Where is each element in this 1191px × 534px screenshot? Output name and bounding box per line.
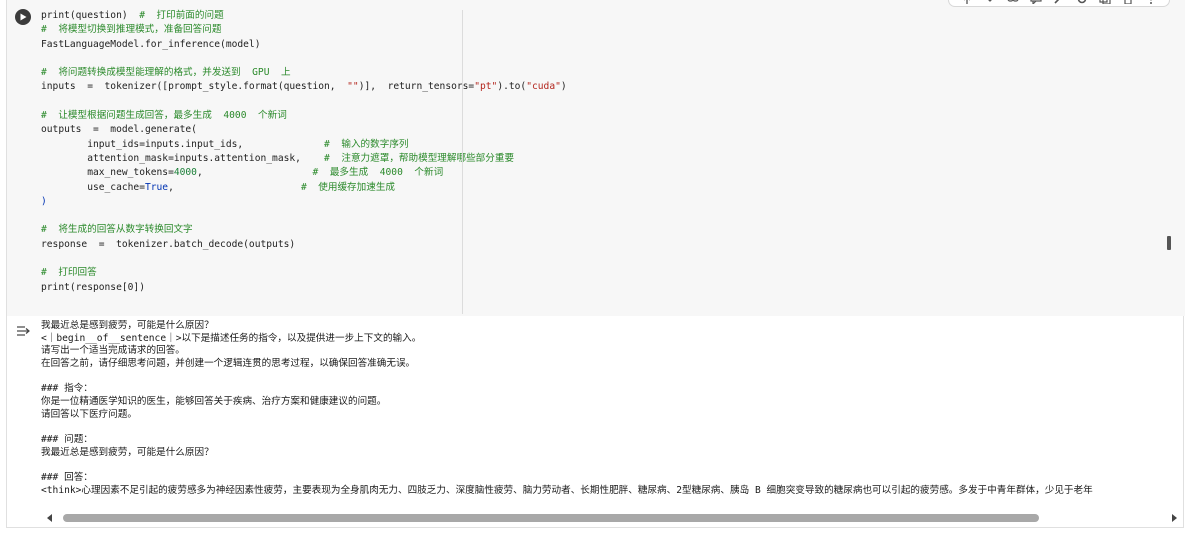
output-line: 你是一位精通医学知识的医生，能够回答关于疾病、治疗方案和健康建议的问题。 — [41, 396, 387, 408]
arrow-down-icon[interactable] — [983, 0, 997, 4]
scroll-right-arrow[interactable] — [1172, 514, 1177, 522]
output-line: 在回答之前，请仔细思考问题，并创建一个逻辑连贯的思考过程，以确保回答准确无误。 — [41, 358, 416, 370]
code-editor[interactable]: print(question) # 打印前面的问题 # 将模型切换到推理模式，准备… — [7, 0, 1185, 316]
code-line: # 将问题转换成模型能理解的格式，并发送到 GPU 上 — [41, 66, 567, 80]
code-token: "cuda" — [526, 81, 561, 93]
code-token: print(question) — [41, 10, 140, 21]
code-token: inputs = tokenizer([prompt_style.format(… — [41, 81, 348, 93]
code-token: , — [168, 181, 301, 193]
code-line: ) — [41, 195, 567, 209]
code-token: input_ids=inputs.input_ids, — [41, 138, 325, 150]
mirror-icon[interactable] — [1098, 0, 1112, 4]
code-line: attention_mask=inputs.attention_mask, # … — [41, 152, 567, 166]
output-line: ### 指令： — [41, 383, 93, 395]
code-token: attention_mask=inputs.attention_mask, — [41, 152, 325, 164]
code-comment: # 输入的数字序列 — [324, 138, 409, 150]
code-token: ).to( — [497, 81, 527, 93]
output-line: <think>心理因素不足引起的疲劳感多为神经因素性疲劳，主要表现为全身肌肉无力… — [41, 484, 1093, 496]
notebook-code-cell[interactable]: print(question) # 打印前面的问题 # 将模型切换到推理模式，准备… — [6, 0, 1185, 528]
output-line: 请写出一个适当完成请求的回答。 — [41, 345, 185, 357]
code-token: outputs = model.generate( — [41, 124, 197, 136]
code-token: )], return_tensors= — [358, 81, 475, 93]
scroll-left-arrow[interactable] — [47, 514, 52, 522]
code-line: print(question) # 打印前面的问题 — [41, 9, 567, 23]
output-line: <｜begin__of__sentence｜>以下是描述任务的指令，以及提供进一… — [41, 332, 422, 344]
run-cell-button[interactable] — [15, 9, 31, 25]
code-scrollbar[interactable] — [1167, 236, 1171, 250]
output-toggle-icon[interactable] — [16, 322, 30, 336]
output-line: 请回答以下医疗问题。 — [41, 408, 137, 420]
output-line: 我最近总是感到疲劳，可能是什么原因？ — [41, 320, 214, 331]
code-comment: # 注意力遮罩，帮助模型理解哪些部分重要 — [324, 152, 515, 164]
output-line: 我最近总是感到疲劳，可能是什么原因？ — [41, 446, 214, 458]
code-token: max_new_tokens= — [41, 167, 174, 179]
edit-icon[interactable] — [1052, 0, 1066, 4]
code-token: response = tokenizer.batch_decode(output… — [41, 238, 296, 250]
code-token: 4000 — [173, 167, 197, 179]
cell-output: 我最近总是感到疲劳，可能是什么原因？ <｜begin__of__sentence｜… — [41, 320, 1179, 504]
play-icon — [20, 13, 27, 21]
code-comment: # 打印回答 — [41, 267, 97, 279]
code-line: use_cache=True, # 使用缓存加速生成 — [41, 181, 567, 195]
code-comment: # 将问题转换成模型能理解的格式，并发送到 GPU 上 — [41, 67, 291, 79]
line-length-ruler — [462, 10, 463, 314]
code-line: # 将生成的回答从数字转换回文字 — [41, 223, 567, 237]
code-token: print(response[0]) — [41, 281, 145, 293]
arrow-up-icon[interactable] — [960, 0, 974, 4]
code-token: use_cache= — [41, 181, 145, 193]
code-comment: # 打印前面的问题 — [139, 10, 224, 21]
code-line: # 将模型切换到推理模式，准备回答问题 — [41, 23, 567, 37]
code-text[interactable]: print(question) # 打印前面的问题 # 将模型切换到推理模式，准备… — [41, 9, 567, 295]
code-line: input_ids=inputs.input_ids, # 输入的数字序列 — [41, 138, 567, 152]
code-line: response = tokenizer.batch_decode(output… — [41, 238, 567, 252]
code-line: print(response[0]) — [41, 281, 567, 295]
settings-icon[interactable] — [1075, 0, 1089, 4]
output-horizontal-scrollbar[interactable] — [41, 512, 1179, 524]
code-token: "" — [347, 81, 359, 93]
code-line: # 打印回答 — [41, 266, 567, 280]
code-line: FastLanguageModel.for_inference(model) — [41, 38, 567, 52]
code-comment: # 使用缓存加速生成 — [300, 181, 396, 193]
output-line: ### 回答： — [41, 472, 93, 484]
code-comment: # 最多生成 4000 个新词 — [312, 167, 444, 179]
code-comment: # 让模型根据问题生成回答，最多生成 4000 个新词 — [41, 110, 287, 122]
code-line: max_new_tokens=4000, # 最多生成 4000 个新词 — [41, 166, 567, 180]
comment-icon[interactable] — [1029, 0, 1043, 4]
code-line: outputs = model.generate( — [41, 123, 567, 137]
code-line: # 让模型根据问题生成回答，最多生成 4000 个新词 — [41, 109, 567, 123]
code-token: ) — [41, 195, 47, 207]
cell-toolbar — [948, 0, 1170, 7]
code-token: ) — [560, 81, 567, 93]
output-line: ### 问题： — [41, 434, 93, 446]
delete-icon[interactable] — [1121, 0, 1135, 4]
code-comment: # 将模型切换到推理模式，准备回答问题 — [41, 24, 222, 36]
code-token: FastLanguageModel.for_inference(model) — [41, 38, 261, 50]
code-line: inputs = tokenizer([prompt_style.format(… — [41, 80, 567, 94]
more-icon[interactable] — [1144, 0, 1158, 4]
code-comment: # 将生成的回答从数字转换回文字 — [41, 224, 193, 236]
code-token: , — [196, 167, 313, 179]
scrollbar-thumb[interactable] — [63, 514, 1039, 522]
link-icon[interactable] — [1006, 0, 1020, 4]
code-token: "pt" — [474, 81, 498, 93]
code-token: True — [144, 181, 169, 193]
